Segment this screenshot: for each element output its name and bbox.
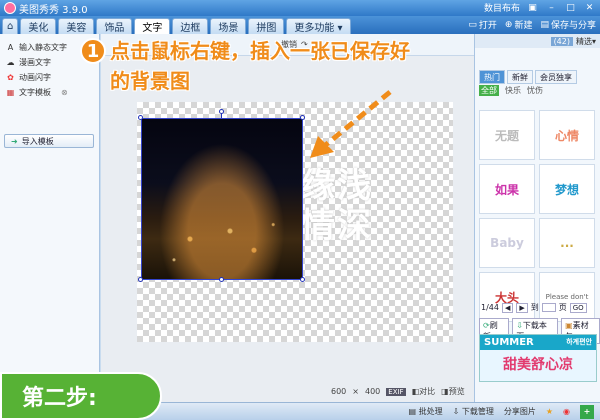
new-button[interactable]: ⊕ 新建 xyxy=(504,18,533,32)
home-icon: ⌂ xyxy=(7,21,14,32)
package-icon: ▣ xyxy=(565,321,573,330)
download-icon: ⇩ xyxy=(452,407,460,416)
tab-hot[interactable]: 热门 xyxy=(479,70,505,84)
download-manager-button[interactable]: ⇩ 下载管理 xyxy=(453,406,494,417)
annotation-arrow-icon xyxy=(310,90,392,158)
tab-home[interactable]: ⌂ xyxy=(2,18,19,34)
subtab-sad[interactable]: 忧伤 xyxy=(527,85,543,96)
subtab-happy[interactable]: 快乐 xyxy=(505,85,521,96)
template-thumb[interactable]: 心情 xyxy=(539,110,595,160)
batch-process-button[interactable]: ▤ 批处理 xyxy=(408,406,442,417)
subtab-all[interactable]: 全部 xyxy=(479,84,499,96)
tab-new[interactable]: 新鲜 xyxy=(507,70,533,84)
tab-more[interactable]: 更多功能 ▾ xyxy=(286,18,351,34)
more-share-button[interactable]: + xyxy=(580,404,594,419)
title-bar-controls: 数目布布 ▣ – □ ✕ xyxy=(484,1,596,15)
maximize-button[interactable]: □ xyxy=(564,2,577,14)
flash-icon: ✿ xyxy=(7,73,14,82)
left-panel: A 输入静态文字 ☁ 漫画文字 ✿ 动画闪字 ▦ 文字模板 ⊗ ➜ 导入模板 xyxy=(0,34,100,402)
step-label-badge: 第二步: xyxy=(0,372,162,420)
download-icon: ⇩ xyxy=(516,321,523,330)
resize-handle-br[interactable] xyxy=(300,277,305,282)
compare-button[interactable]: ◧对比 xyxy=(412,386,436,397)
folder-icon: ▭ xyxy=(468,19,477,30)
material-count: (42) xyxy=(550,36,573,46)
page-indicator: 1/44 xyxy=(481,303,499,312)
material-subtabs: 全部 快乐 忧伤 xyxy=(475,84,600,96)
compare-icon: ◧ xyxy=(411,387,420,396)
plus-icon: ⊕ xyxy=(504,19,513,30)
inserted-background-photo[interactable] xyxy=(141,118,303,280)
preview-icon: ◨ xyxy=(441,387,449,396)
comic-bubble-icon: ☁ xyxy=(6,58,15,67)
go-button[interactable]: GO xyxy=(569,302,587,313)
canvas-text-line1: 缘浅 xyxy=(301,166,373,206)
template-thumb[interactable]: 大头 xyxy=(479,272,535,322)
canvas-text-layer[interactable]: 缘浅 情深 xyxy=(301,166,411,246)
resize-handle-bl[interactable] xyxy=(138,277,143,282)
close-button[interactable]: ✕ xyxy=(583,2,596,14)
material-tabs: 热门 新鲜 会员独享 xyxy=(475,70,600,84)
resize-handle-b[interactable] xyxy=(219,277,224,282)
batch-icon: ▤ xyxy=(408,407,417,416)
tab-scene[interactable]: 场景 xyxy=(210,18,247,34)
material-header: (42) 精选 ▾ xyxy=(475,34,600,48)
tab-face[interactable]: 美容 xyxy=(58,18,95,34)
save-share-button[interactable]: ▤ 保存与分享 xyxy=(540,18,596,32)
page-input[interactable] xyxy=(541,303,556,312)
share-image-button[interactable]: 分享图片 xyxy=(504,406,536,417)
rotate-handle[interactable] xyxy=(219,109,224,114)
app-logo-icon xyxy=(4,2,16,14)
canvas-size-readout: 600 × 400 EXIF ◧对比 ◨预览 xyxy=(331,386,465,397)
tab-text[interactable]: 文字 xyxy=(134,18,171,34)
minimize-button[interactable]: – xyxy=(545,2,558,14)
template-thumb[interactable]: Please don't xyxy=(539,272,595,322)
remove-icon[interactable]: ⊗ xyxy=(61,88,68,97)
qzone-icon[interactable]: ★ xyxy=(546,407,553,416)
template-thumb[interactable]: 梦想 xyxy=(539,164,595,214)
category-dropdown[interactable]: 精选 xyxy=(576,36,592,47)
open-button[interactable]: ▭ 打开 xyxy=(468,18,497,32)
tab-collage[interactable]: 拼图 xyxy=(248,18,285,34)
preview-button[interactable]: ◨预览 xyxy=(441,386,465,397)
prev-page-button[interactable]: ◀ xyxy=(501,302,514,313)
import-template-button[interactable]: ➜ 导入模板 xyxy=(4,134,94,148)
tab-beautify[interactable]: 美化 xyxy=(20,18,57,34)
skin-icon[interactable]: ▣ xyxy=(526,2,539,14)
save-icon: ▤ xyxy=(540,19,549,30)
step-number-badge: 1 xyxy=(80,38,106,64)
template-icon: ▦ xyxy=(6,88,15,97)
left-item-text-template[interactable]: ▦ 文字模板 ⊗ xyxy=(0,85,99,100)
weibo-icon[interactable]: ◉ xyxy=(563,407,570,416)
refresh-icon: ⟳ xyxy=(483,321,490,330)
chevron-down-icon[interactable]: ▾ xyxy=(592,37,596,46)
canvas-text-line2: 情深 xyxy=(301,206,373,246)
template-thumb[interactable]: 如果 xyxy=(479,164,535,214)
tab-accessories[interactable]: 饰品 xyxy=(96,18,133,34)
import-icon: ➜ xyxy=(11,136,18,146)
exif-badge[interactable]: EXIF xyxy=(386,387,406,396)
template-grid: 无题 心情 如果 梦想 Baby ... 大头 Please don't xyxy=(479,110,597,322)
account-link[interactable]: 数目布布 xyxy=(484,1,520,14)
template-thumb[interactable]: Baby xyxy=(479,218,535,268)
pager: 1/44 ◀ ▶ 到 页 GO xyxy=(481,302,587,313)
next-page-button[interactable]: ▶ xyxy=(516,302,528,313)
template-thumb[interactable]: ... xyxy=(539,218,595,268)
main-tab-bar: ⌂ 美化 美容 饰品 文字 边框 场景 拼图 更多功能 ▾ ▭ 打开 ⊕ 新建 ▤ 保… xyxy=(0,16,600,34)
left-item-flash-text[interactable]: ✿ 动画闪字 xyxy=(0,70,99,85)
tab-frame[interactable]: 边框 xyxy=(172,18,209,34)
right-panel: (42) 精选 ▾ 热门 新鲜 会员独享 全部 快乐 忧伤 无题 心情 如果 梦… xyxy=(474,34,600,402)
title-bar: 美图秀秀 3.9.0 数目布布 ▣ – □ ✕ xyxy=(0,0,600,16)
app-title: 美图秀秀 3.9.0 xyxy=(19,4,88,16)
template-thumb[interactable]: 无题 xyxy=(479,110,535,160)
resize-handle-tl[interactable] xyxy=(138,115,143,120)
file-actions: ▭ 打开 ⊕ 新建 ▤ 保存与分享 xyxy=(468,18,596,32)
text-icon: A xyxy=(7,43,14,52)
tab-vip[interactable]: 会员独享 xyxy=(535,70,577,84)
ad-banner[interactable]: SUMMER 하계편안 甜美舒心凉 xyxy=(479,334,597,382)
